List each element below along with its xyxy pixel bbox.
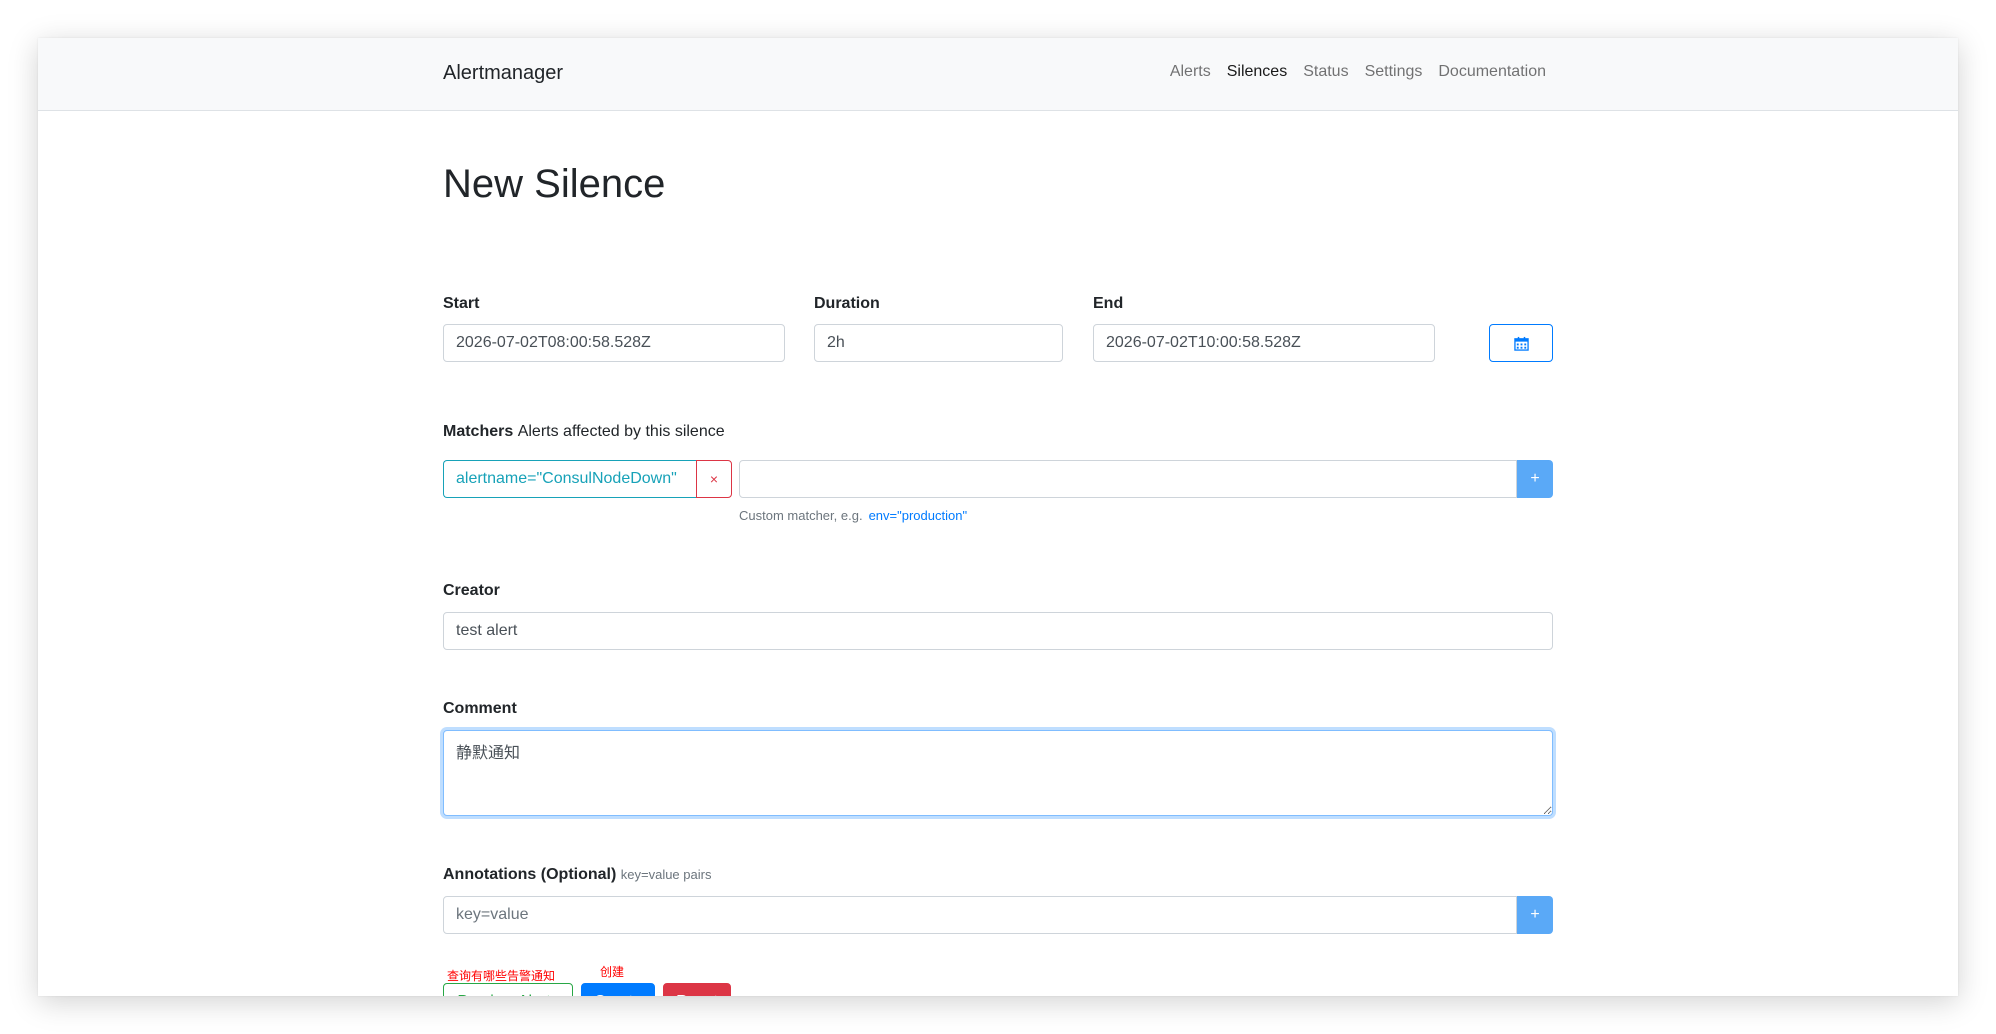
create-button[interactable]: Create	[581, 983, 655, 996]
end-date-picker-button[interactable]	[1489, 324, 1553, 362]
add-matcher-button[interactable]: +	[1517, 460, 1553, 498]
nav-link-documentation[interactable]: Documentation	[1438, 63, 1546, 81]
matcher-hint-example[interactable]: env="production"	[869, 508, 968, 523]
navbar: Alertmanager Alerts Silences Status Sett…	[38, 38, 1958, 111]
preview-note: 查询有哪些告警通知	[447, 969, 556, 983]
annotations-input[interactable]	[443, 896, 1517, 934]
custom-matcher-input[interactable]	[739, 460, 1517, 498]
nav-link-silences[interactable]: Silences	[1227, 63, 1287, 81]
matchers-label: Matchers Alerts affected by this silence	[443, 423, 725, 441]
start-input[interactable]	[443, 324, 785, 362]
add-annotation-button[interactable]: +	[1517, 896, 1553, 934]
remove-matcher-button[interactable]: ×	[696, 460, 732, 498]
page-title: New Silence	[443, 162, 666, 206]
create-note: 创建	[600, 965, 625, 979]
preview-alerts-button[interactable]: Preview Alerts	[443, 983, 573, 996]
matcher-hint: Custom matcher, e.g. env="production"	[739, 508, 967, 523]
brand-logo[interactable]: Alertmanager	[443, 62, 563, 85]
nav-link-alerts[interactable]: Alerts	[1170, 63, 1211, 81]
end-label: End	[1093, 295, 1124, 312]
annotations-label-text: Annotations (Optional)	[443, 866, 617, 883]
nav-link-settings[interactable]: Settings	[1365, 63, 1423, 81]
comment-label: Comment	[443, 700, 517, 717]
start-label: Start	[443, 295, 480, 312]
end-input[interactable]	[1093, 324, 1435, 362]
browser-window: Alertmanager Alerts Silences Status Sett…	[38, 38, 1958, 996]
matchers-label-text: Matchers	[443, 423, 514, 440]
matcher-hint-text: Custom matcher, e.g.	[739, 508, 863, 523]
reset-button[interactable]: Reset	[663, 983, 731, 996]
annotations-sublabel: key=value pairs	[620, 867, 712, 882]
nav-links: Alerts Silences Status Settings Document…	[1170, 63, 1546, 81]
matcher-chip[interactable]: alertname="ConsulNodeDown"	[443, 460, 696, 498]
duration-label: Duration	[814, 295, 880, 312]
nav-link-status[interactable]: Status	[1303, 63, 1348, 81]
comment-textarea[interactable]: 静默通知	[443, 730, 1553, 816]
annotations-label: Annotations (Optional) key=value pairs	[443, 866, 711, 884]
matchers-sublabel: Alerts affected by this silence	[517, 423, 725, 440]
creator-input[interactable]	[443, 612, 1553, 650]
calendar-icon	[1513, 336, 1529, 351]
duration-input[interactable]	[814, 324, 1063, 362]
creator-label: Creator	[443, 582, 500, 599]
